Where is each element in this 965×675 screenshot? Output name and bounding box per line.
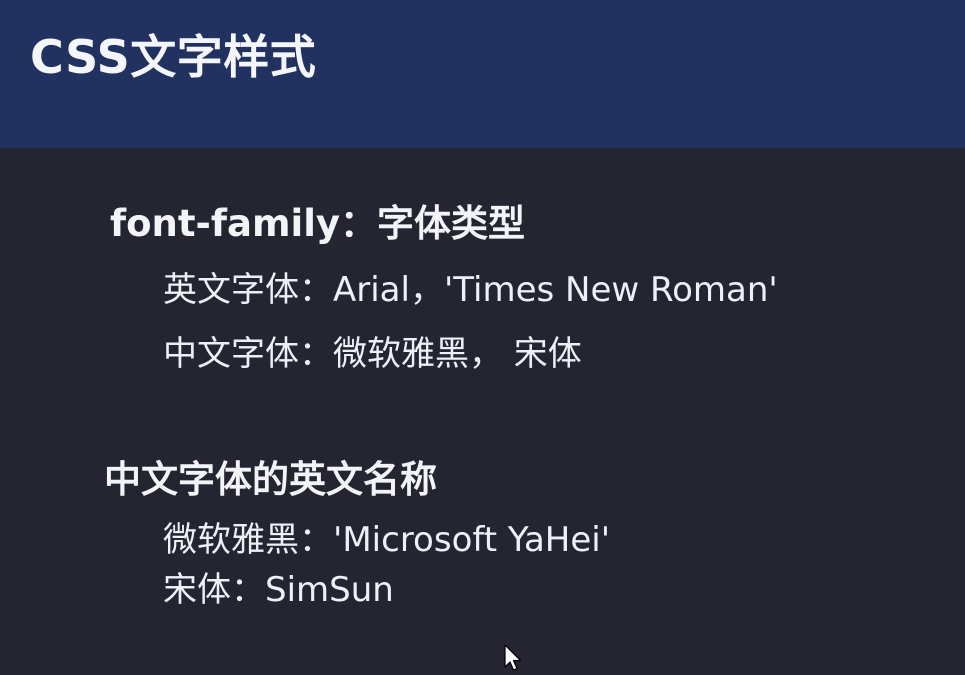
font-family-heading: font-family：字体类型 — [110, 202, 526, 245]
slide-title: CSS文字样式 — [30, 30, 317, 84]
microsoft-yahei-line: 微软雅黑：'Microsoft YaHei' — [163, 520, 611, 560]
slide-header: CSS文字样式 — [0, 0, 965, 148]
simsun-line: 宋体：SimSun — [163, 570, 394, 610]
chinese-font-line: 中文字体：微软雅黑， 宋体 — [163, 334, 582, 374]
mouse-pointer-icon — [504, 644, 522, 671]
chinese-font-english-name-heading: 中文字体的英文名称 — [104, 458, 437, 501]
english-font-line: 英文字体：Arial，'Times New Roman' — [163, 270, 778, 310]
